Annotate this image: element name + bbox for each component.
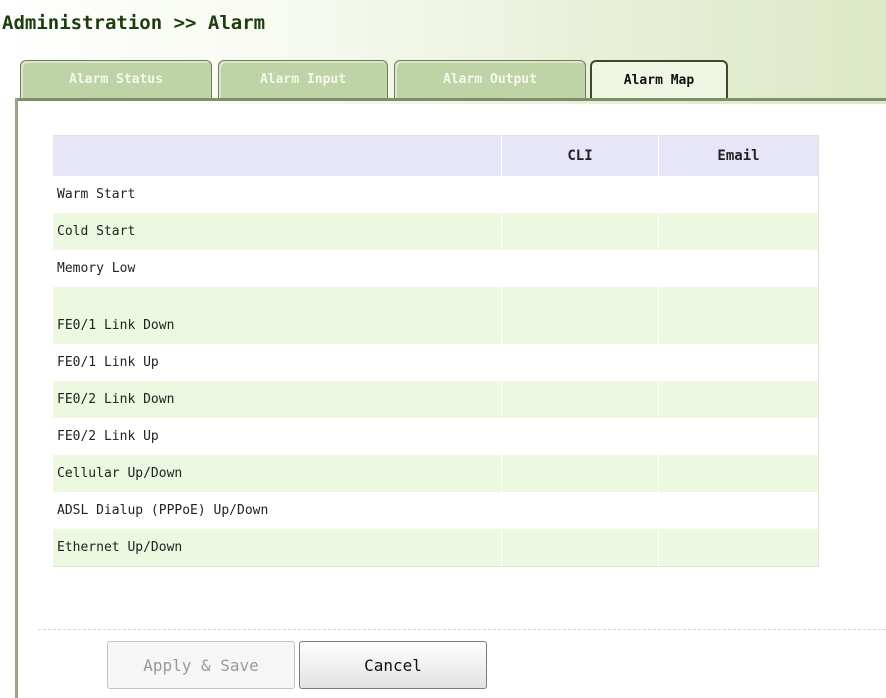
cli-cell (501, 455, 659, 492)
email-cell (658, 418, 819, 455)
table-row: Cellular Up/Down (52, 455, 819, 492)
cli-cell (501, 176, 659, 213)
email-cell (658, 250, 819, 287)
email-cell (658, 492, 819, 529)
cli-cell (501, 381, 659, 418)
row-label: Warm Start (52, 176, 502, 213)
email-cell (658, 213, 819, 250)
email-cell (658, 307, 819, 344)
cli-cell (501, 529, 659, 567)
row-label: FE0/2 Link Down (52, 381, 502, 418)
header-bar: Administration >> Alarm Alarm Status Ala… (0, 0, 886, 104)
tab-alarm-map[interactable]: Alarm Map (590, 60, 728, 98)
table-header-row: CLI Email (52, 135, 819, 176)
email-cell (658, 176, 819, 213)
table-separator (52, 287, 819, 307)
table-row: FE0/1 Link Down (52, 307, 819, 344)
table-row: Cold Start (52, 213, 819, 250)
row-label: Cellular Up/Down (52, 455, 502, 492)
alarm-map-table: CLI Email Warm Start Cold Start Memory L… (52, 135, 819, 567)
tab-underline (16, 98, 886, 101)
page-title: Administration >> Alarm (2, 12, 266, 34)
row-label: Memory Low (52, 250, 502, 287)
table-row: Memory Low (52, 250, 819, 287)
table-row: ADSL Dialup (PPPoE) Up/Down (52, 492, 819, 529)
table-row: Warm Start (52, 176, 819, 213)
cli-cell (501, 344, 659, 381)
email-cell (658, 344, 819, 381)
row-label: FE0/1 Link Up (52, 344, 502, 381)
cli-cell (501, 492, 659, 529)
email-cell (658, 529, 819, 567)
cancel-button[interactable]: Cancel (299, 641, 487, 689)
column-header-event (52, 135, 502, 176)
content-border (15, 98, 18, 698)
email-cell (658, 455, 819, 492)
row-label: FE0/1 Link Down (52, 307, 502, 344)
column-header-email: Email (658, 135, 819, 176)
column-header-cli: CLI (501, 135, 659, 176)
row-label: ADSL Dialup (PPPoE) Up/Down (52, 492, 502, 529)
cli-cell (501, 250, 659, 287)
row-label: Ethernet Up/Down (52, 529, 502, 567)
cli-cell (501, 418, 659, 455)
email-cell (658, 381, 819, 418)
tab-alarm-status[interactable]: Alarm Status (20, 60, 212, 98)
table-row: Ethernet Up/Down (52, 529, 819, 567)
table-row: FE0/2 Link Up (52, 418, 819, 455)
tab-alarm-output[interactable]: Alarm Output (394, 60, 586, 98)
table-row: FE0/2 Link Down (52, 381, 819, 418)
cli-cell (501, 213, 659, 250)
divider (38, 629, 886, 630)
tab-alarm-input[interactable]: Alarm Input (218, 60, 388, 98)
table-row: FE0/1 Link Up (52, 344, 819, 381)
row-label: FE0/2 Link Up (52, 418, 502, 455)
row-label: Cold Start (52, 213, 502, 250)
cli-cell (501, 307, 659, 344)
apply-save-button[interactable]: Apply & Save (107, 641, 295, 689)
